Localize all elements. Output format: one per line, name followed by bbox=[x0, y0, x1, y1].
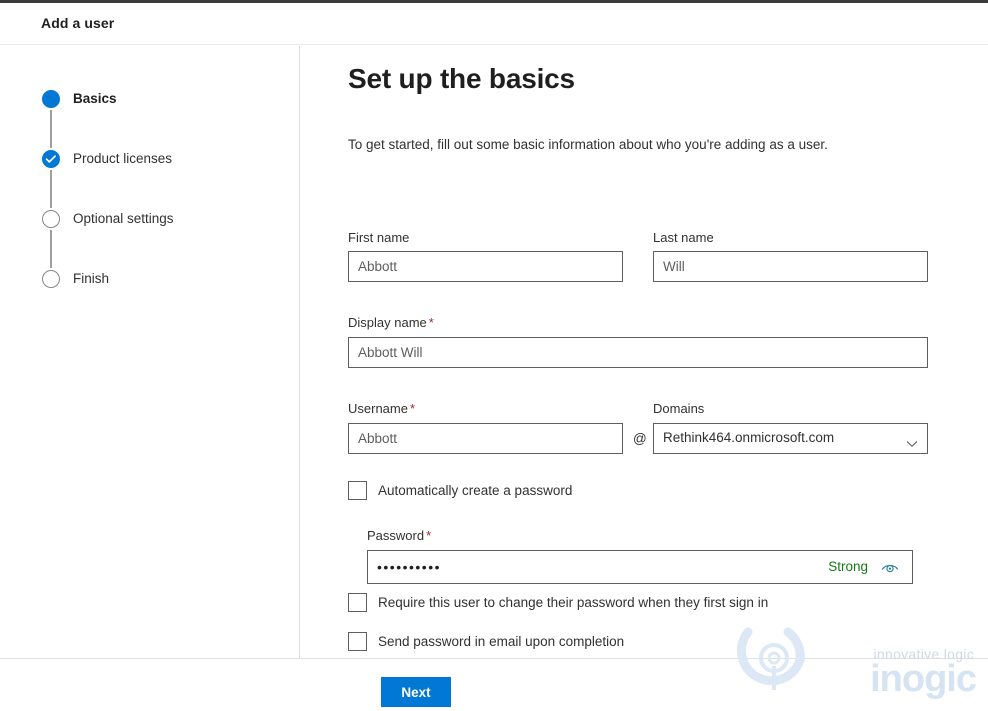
domains-label: Domains bbox=[653, 401, 705, 416]
required-asterisk: * bbox=[428, 315, 434, 330]
required-asterisk: * bbox=[426, 528, 432, 543]
domains-selected-value: Rethink464.onmicrosoft.com bbox=[663, 430, 835, 445]
page-title: Set up the basics bbox=[348, 63, 575, 94]
display-name-label: Display name * bbox=[348, 315, 434, 330]
next-button[interactable]: Next bbox=[381, 677, 451, 707]
wizard-footer: Next bbox=[0, 658, 988, 711]
domains-select[interactable]: Rethink464.onmicrosoft.com bbox=[653, 423, 928, 454]
last-name-input[interactable] bbox=[653, 251, 928, 282]
first-name-label: First name bbox=[348, 230, 410, 245]
password-strength-text: Strong bbox=[828, 559, 868, 574]
page-description: To get started, fill out some basic info… bbox=[348, 137, 828, 152]
wizard-step-label: Product licenses bbox=[73, 151, 173, 166]
checkbox-box[interactable] bbox=[348, 481, 367, 500]
step-connector bbox=[50, 110, 52, 148]
check-circle-icon bbox=[42, 150, 60, 168]
password-masked-value: •••••••••• bbox=[377, 559, 442, 575]
wizard-step-label: Basics bbox=[73, 91, 117, 106]
eye-icon[interactable] bbox=[881, 561, 899, 579]
chevron-down-icon bbox=[906, 435, 918, 453]
window-title: Add a user bbox=[41, 15, 115, 31]
filled-dot-icon bbox=[42, 90, 60, 108]
checkbox-label: Automatically create a password bbox=[378, 483, 573, 498]
wizard-step-rail: Basics Product licenses Optional setting… bbox=[0, 46, 300, 711]
main-content: Set up the basics To get started, fill o… bbox=[301, 46, 988, 658]
username-label-text: Username bbox=[348, 401, 408, 416]
at-separator: @ bbox=[633, 431, 647, 446]
step-connector bbox=[50, 170, 52, 208]
required-asterisk: * bbox=[409, 401, 416, 416]
username-input[interactable] bbox=[348, 423, 623, 454]
display-name-input[interactable] bbox=[348, 337, 928, 368]
checkbox-box[interactable] bbox=[348, 632, 367, 651]
checkbox-label: Require this user to change their passwo… bbox=[378, 595, 769, 610]
checkbox-box[interactable] bbox=[348, 593, 367, 612]
window-titlebar: Add a user bbox=[0, 3, 988, 45]
empty-circle-icon bbox=[42, 270, 60, 288]
first-name-input[interactable] bbox=[348, 251, 623, 282]
step-connector bbox=[50, 230, 52, 268]
empty-circle-icon bbox=[42, 210, 60, 228]
checkbox-label: Send password in email upon completion bbox=[378, 634, 625, 649]
password-input[interactable]: •••••••••• Strong bbox=[367, 550, 913, 584]
display-name-label-text: Display name bbox=[348, 315, 427, 330]
wizard-step-label: Optional settings bbox=[73, 211, 174, 226]
password-label: Password * bbox=[367, 528, 431, 543]
wizard-step-label: Finish bbox=[73, 271, 110, 286]
last-name-label: Last name bbox=[653, 230, 714, 245]
password-label-text: Password bbox=[367, 528, 425, 543]
username-label: Username * bbox=[348, 401, 415, 416]
